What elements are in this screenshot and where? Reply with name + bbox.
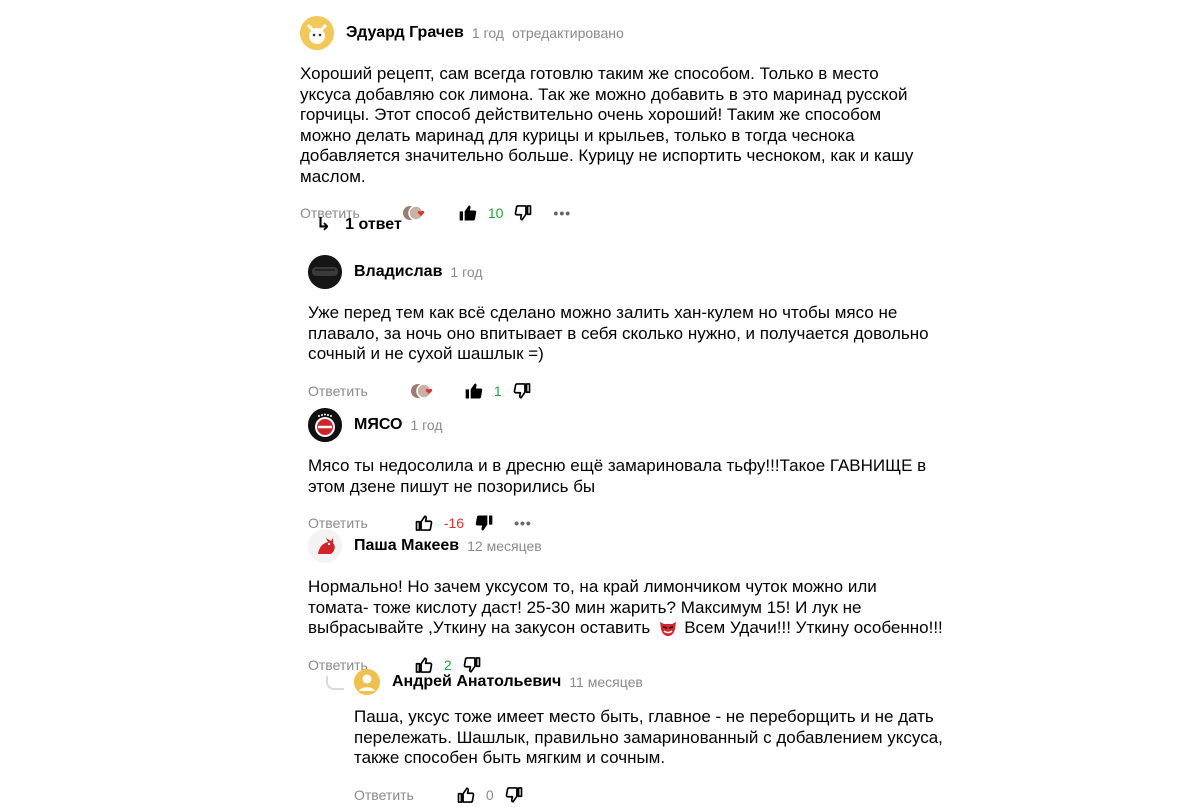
comment-header: Паша Макеев 12 месяцев bbox=[308, 529, 1028, 563]
comment-actions: Ответить 10 ••• bbox=[300, 201, 1020, 225]
comment-actions: Ответить 1 bbox=[308, 379, 1028, 403]
text-line: горчицы. Этот способ действительно очень… bbox=[300, 105, 882, 124]
dislike-icon[interactable] bbox=[504, 785, 524, 805]
comment-eduard: Эдуард Грачев 1 год отредактировано Хоро… bbox=[300, 16, 1020, 225]
reaction-avatars-icon[interactable] bbox=[410, 382, 436, 400]
more-options-icon[interactable]: ••• bbox=[553, 205, 571, 221]
rooster-avatar-icon bbox=[308, 529, 342, 563]
comment-text: Хороший рецепт, сам всегда готовлю таким… bbox=[300, 64, 1020, 187]
text-line: плавало, за ночь оно впитывает в себя ск… bbox=[308, 323, 929, 343]
like-count: 1 bbox=[493, 382, 502, 399]
replies-count: 1 ответ bbox=[345, 215, 402, 233]
text-line: добавляется значительно больше. Курицу н… bbox=[300, 146, 914, 165]
reply-button[interactable]: Ответить bbox=[354, 787, 414, 803]
comment-header: МЯСО 1 год bbox=[308, 408, 1028, 442]
like-icon[interactable] bbox=[458, 203, 478, 223]
text-line: также способен быть мягким и сочным. bbox=[354, 748, 666, 767]
text-line: томата- тоже кислоту даст! 25-30 мин жар… bbox=[308, 597, 862, 617]
reactions: 10 ••• bbox=[402, 203, 571, 223]
reaction-avatars-icon[interactable] bbox=[402, 204, 428, 222]
comment-vladislav: Владислав 1 год Уже перед тем как всё сд… bbox=[308, 255, 1028, 403]
comment-pasha: Паша Макеев 12 месяцев Нормально! Но зач… bbox=[308, 529, 1028, 677]
text-line: Хороший рецепт, сам всегда готовлю таким… bbox=[300, 64, 879, 83]
like-icon[interactable] bbox=[464, 381, 484, 401]
text-fragment: выбрасывайте ,Уткину на закусон оставить bbox=[308, 618, 651, 637]
comment-time: 1 год bbox=[410, 417, 443, 433]
comment-header: Эдуард Грачев 1 год отредактировано bbox=[300, 16, 1020, 50]
text-line: уксуса добавляю сок лимона. Так же можно… bbox=[300, 84, 908, 104]
like-icon[interactable] bbox=[456, 785, 476, 805]
dark-avatar-icon bbox=[308, 255, 342, 289]
reply-arrow-icon: ↳ bbox=[316, 214, 332, 234]
comment-actions: Ответить 0 bbox=[354, 783, 1054, 807]
comment-time: 12 месяцев bbox=[467, 538, 542, 554]
text-line: выбрасывайте ,Уткину на закусон оставить… bbox=[308, 618, 1028, 639]
dislike-icon[interactable] bbox=[513, 203, 533, 223]
text-line: этом дзене пишут не позорились бы bbox=[308, 476, 596, 496]
text-line: маслом. bbox=[300, 166, 366, 186]
avatar[interactable] bbox=[300, 16, 334, 50]
comment-text: Паша, уксус тоже имеет место быть, главн… bbox=[354, 707, 1054, 769]
comment-andrey: Андрей Анатольевич 11 месяцев Паша, уксу… bbox=[354, 669, 1054, 807]
user-avatar-icon bbox=[354, 669, 380, 695]
author-name[interactable]: МЯСО bbox=[354, 416, 402, 434]
comment-header: Андрей Анатольевич 11 месяцев bbox=[354, 669, 1054, 695]
edited-label: отредактировано bbox=[511, 25, 624, 41]
author-name[interactable]: Паша Макеев bbox=[354, 537, 459, 555]
reactions: 1 bbox=[410, 381, 532, 401]
avatar[interactable] bbox=[308, 255, 342, 289]
thread-connector bbox=[326, 676, 344, 690]
comment-time: 1 год bbox=[471, 25, 504, 41]
like-count: 10 bbox=[487, 205, 504, 221]
text-fragment: Всем Удачи!!! Уткину особенно!!! bbox=[684, 618, 943, 637]
comment-text: Нормально! Но зачем уксусом то, на край … bbox=[308, 577, 1028, 639]
club-logo-icon bbox=[308, 408, 342, 442]
text-line: Уже перед тем как всё сделано можно зали… bbox=[308, 303, 898, 322]
text-line: можно делать маринад для курицы и крылье… bbox=[300, 125, 855, 145]
cat-avatar-icon bbox=[300, 16, 334, 50]
text-line: перележать. Шашлык, правильно замаринова… bbox=[354, 727, 943, 747]
text-line: сочный и не сухой шашлык =) bbox=[308, 344, 544, 363]
text-line: Мясо ты недосолила и в дресню ещё замари… bbox=[308, 456, 927, 475]
comment-myaso: МЯСО 1 год Мясо ты недосолила и в дресню… bbox=[308, 408, 1028, 535]
text-line: Паша, уксус тоже имеет место быть, главн… bbox=[354, 707, 934, 726]
comment-time: 1 год bbox=[450, 264, 483, 280]
replies-toggle[interactable]: ↳ 1 ответ bbox=[316, 214, 402, 235]
goblin-mask-emoji-icon bbox=[658, 619, 678, 637]
like-count: 0 bbox=[485, 786, 494, 803]
author-name[interactable]: Эдуард Грачев bbox=[346, 24, 464, 42]
text-line: Нормально! Но зачем уксусом то, на край … bbox=[308, 577, 877, 596]
comment-time: 11 месяцев bbox=[569, 674, 643, 690]
avatar[interactable] bbox=[308, 529, 342, 563]
reply-button[interactable]: Ответить bbox=[308, 383, 368, 399]
avatar[interactable] bbox=[308, 408, 342, 442]
avatar[interactable] bbox=[354, 669, 380, 695]
comment-text: Мясо ты недосолила и в дресню ещё замари… bbox=[308, 456, 1028, 497]
dislike-icon[interactable] bbox=[512, 381, 532, 401]
comment-header: Владислав 1 год bbox=[308, 255, 1028, 289]
author-name[interactable]: Андрей Анатольевич bbox=[392, 673, 561, 691]
reactions: 0 bbox=[456, 785, 524, 805]
author-name[interactable]: Владислав bbox=[354, 263, 442, 281]
comment-text: Уже перед тем как всё сделано можно зали… bbox=[308, 303, 1028, 365]
